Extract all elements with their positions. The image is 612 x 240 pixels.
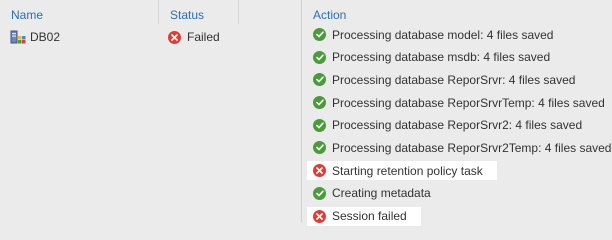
error-icon xyxy=(168,30,181,44)
success-check-icon xyxy=(313,28,326,41)
action-log-item[interactable]: Processing database ReporSrvr2: 4 files … xyxy=(307,116,607,135)
error-icon xyxy=(313,209,326,223)
action-log-item[interactable]: Processing database ReporSrvrTemp: 4 fil… xyxy=(307,93,607,112)
pane-splitter[interactable] xyxy=(301,0,302,222)
column-header-name[interactable]: Name xyxy=(11,8,43,22)
column-divider[interactable] xyxy=(238,0,239,24)
error-icon xyxy=(313,164,326,178)
server-name: DB02 xyxy=(30,30,61,44)
action-log-item[interactable]: Processing database ReporSrvr2Temp: 4 fi… xyxy=(307,138,611,157)
success-check-icon xyxy=(313,141,326,155)
action-log-text: Processing database msdb: 4 files saved xyxy=(332,50,551,65)
server-status: Failed xyxy=(168,28,220,46)
action-log-item[interactable]: Starting retention policy task xyxy=(307,161,497,181)
action-log-item[interactable]: Session failed xyxy=(307,206,421,226)
action-log-text: Processing database model: 4 files saved xyxy=(332,27,554,42)
action-log-text: Starting retention policy task xyxy=(332,163,483,178)
action-log-item[interactable]: Creating metadata xyxy=(307,184,607,203)
success-check-icon xyxy=(313,73,326,87)
column-header-status[interactable]: Status xyxy=(170,8,204,22)
action-log-text: Session failed xyxy=(332,209,407,223)
status-label: Failed xyxy=(187,30,220,44)
success-check-icon xyxy=(313,50,326,64)
action-log-item[interactable]: Processing database msdb: 4 files saved xyxy=(307,48,607,67)
success-check-icon xyxy=(313,96,326,110)
action-log-item[interactable]: Processing database model: 4 files saved xyxy=(307,25,607,44)
server-icon xyxy=(10,29,26,45)
success-check-icon xyxy=(313,118,326,132)
action-log-list: Processing database model: 4 files saved… xyxy=(307,25,611,229)
action-log-text: Processing database ReporSrvrTemp: 4 fil… xyxy=(332,95,605,110)
action-log-item[interactable]: Processing database ReporSrvr: 4 files s… xyxy=(307,70,607,89)
action-log-text: Processing database ReporSrvr2Temp: 4 fi… xyxy=(332,140,612,155)
column-header-action[interactable]: Action xyxy=(313,8,346,22)
column-divider[interactable] xyxy=(158,0,159,24)
action-log-text: Processing database ReporSrvr: 4 files s… xyxy=(332,72,576,87)
success-check-icon xyxy=(313,186,326,200)
action-log-text: Processing database ReporSrvr2: 4 files … xyxy=(332,118,583,133)
job-session-panel: Name Status Action DB02 Failed Processin… xyxy=(0,0,612,226)
action-log-text: Creating metadata xyxy=(332,186,431,201)
server-list-item[interactable]: DB02 xyxy=(10,28,60,46)
